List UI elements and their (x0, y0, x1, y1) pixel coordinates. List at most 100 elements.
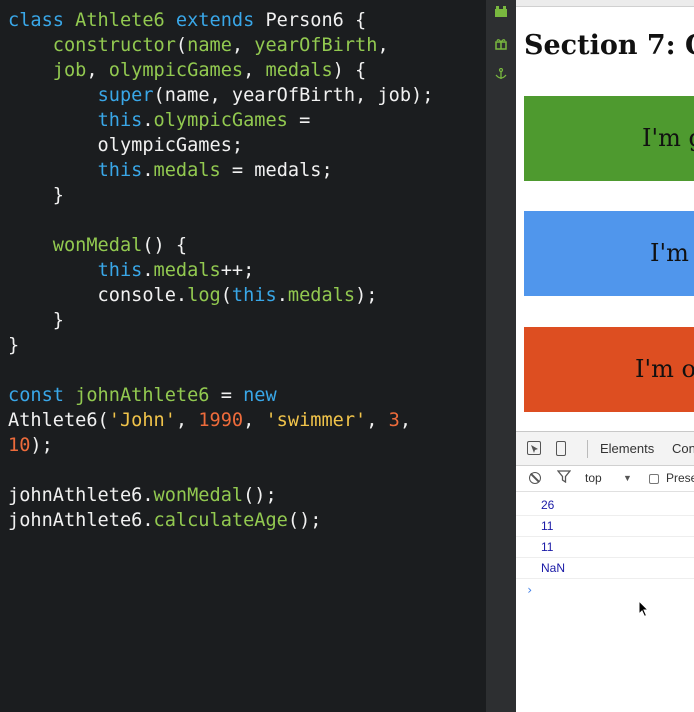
code-token: medals (153, 160, 221, 181)
blue-box-text: I'm (650, 239, 689, 267)
code-area[interactable]: class Athlete6 extends Person6 { constru… (8, 8, 433, 533)
green-box: I'm g (524, 96, 694, 181)
code-token: johnAthlete6 (75, 385, 210, 406)
code-token: this (97, 160, 143, 181)
code-token: class (8, 10, 76, 31)
code-token: wonMedal (52, 235, 143, 256)
code-line[interactable]: johnAthlete6.calculateAge(); (8, 508, 433, 533)
code-token: } (8, 185, 64, 206)
code-token: Athlete6 (75, 10, 176, 31)
code-token: ) { (332, 60, 367, 81)
browser-viewport: Section 7: Ge I'm g I'm I'm o Elements C… (516, 0, 694, 712)
code-token: . (142, 160, 154, 181)
inspect-icon[interactable] (527, 441, 541, 455)
code-token: Person6 { (265, 10, 367, 31)
code-line[interactable]: job, olympicGames, medals) { (8, 58, 433, 83)
code-line[interactable]: } (8, 183, 433, 208)
console-row: NaN (516, 558, 694, 579)
code-token: const (8, 385, 76, 406)
code-line[interactable]: this.medals++; (8, 258, 433, 283)
page-title: Section 7: Ge (524, 30, 694, 61)
context-select[interactable]: top (585, 471, 602, 485)
code-token: , (231, 35, 255, 56)
code-line[interactable]: } (8, 308, 433, 333)
preserve-log-checkbox[interactable] (649, 474, 659, 484)
code-token: olympicGames; (8, 135, 244, 156)
code-token: 10 (8, 435, 31, 456)
mouse-cursor-icon (638, 599, 650, 618)
tab-elements[interactable]: Elements (600, 441, 654, 456)
console-row: 26 (516, 495, 694, 516)
code-line[interactable]: constructor(name, yearOfBirth, (8, 33, 433, 58)
code-line[interactable] (8, 358, 433, 383)
code-token: (); (287, 510, 322, 531)
code-token: . (276, 285, 288, 306)
code-token: = medals; (220, 160, 333, 181)
orange-box: I'm o (524, 327, 694, 412)
code-line[interactable]: this.olympicGames = (8, 108, 433, 133)
filter-icon[interactable] (556, 470, 572, 486)
anchor-icon[interactable] (493, 66, 509, 82)
code-line[interactable] (8, 208, 433, 233)
code-token: 'John' (108, 410, 176, 431)
code-token: = (209, 385, 244, 406)
code-token: , (399, 410, 412, 431)
code-line[interactable]: const johnAthlete6 = new (8, 383, 433, 408)
code-line[interactable]: 10); (8, 433, 433, 458)
tab-console[interactable]: Con (672, 441, 694, 456)
code-line[interactable]: super(name, yearOfBirth, job); (8, 83, 434, 108)
browser-top-bar (516, 0, 694, 7)
code-line[interactable]: johnAthlete6.wonMedal(); (8, 483, 433, 508)
code-token: 1990 (198, 410, 244, 431)
console-row: 11 (516, 516, 694, 537)
code-editor[interactable]: class Athlete6 extends Person6 { constru… (0, 0, 486, 712)
blue-box: I'm (524, 211, 694, 296)
devtools-panel: Elements Con top ▼ Prese 26 11 11 NaN › (516, 431, 694, 712)
code-token: (); (243, 485, 277, 506)
code-token: new (243, 385, 277, 406)
console-row-text: 11 (541, 540, 554, 554)
code-token: name (187, 35, 232, 56)
code-token: this (97, 260, 143, 281)
device-toggle-icon[interactable] (556, 441, 566, 456)
code-token: olympicGames (153, 110, 288, 131)
clear-console-icon[interactable] (529, 472, 541, 484)
code-token: ); (355, 285, 378, 306)
code-line[interactable]: class Athlete6 extends Person6 { (8, 8, 433, 33)
code-token: super (97, 85, 154, 106)
window-icon[interactable] (493, 4, 509, 20)
gift-icon[interactable] (493, 36, 509, 52)
code-line[interactable] (8, 458, 433, 483)
code-token: } (8, 310, 64, 331)
code-token: Athlete6( (8, 410, 109, 431)
code-token: job (52, 60, 87, 81)
code-token: this (231, 285, 277, 306)
orange-box-text: I'm o (635, 355, 694, 383)
code-token: olympicGames (108, 60, 244, 81)
preserve-log-label: Prese (666, 471, 694, 485)
code-token: extends (175, 10, 266, 31)
code-token: = (287, 110, 311, 131)
code-token: , (175, 410, 199, 431)
code-token: constructor (52, 35, 176, 56)
code-line[interactable]: this.medals = medals; (8, 158, 433, 183)
code-line[interactable]: Athlete6('John', 1990, 'swimmer', 3, (8, 408, 433, 433)
code-line[interactable]: } (8, 333, 433, 358)
code-line[interactable]: olympicGames; (8, 133, 433, 158)
code-line[interactable]: wonMedal() { (8, 233, 433, 258)
chevron-down-icon[interactable]: ▼ (623, 473, 632, 483)
devtools-tab-bar: Elements Con (516, 432, 694, 466)
console-prompt[interactable]: › (526, 583, 533, 597)
code-line[interactable]: console.log(this.medals); (8, 283, 433, 308)
console-row-text: 11 (541, 519, 554, 533)
code-token: , (377, 35, 389, 56)
code-token: this (97, 110, 143, 131)
code-token: ( (175, 35, 188, 56)
code-token: log (187, 285, 221, 306)
code-token: console. (8, 285, 188, 306)
